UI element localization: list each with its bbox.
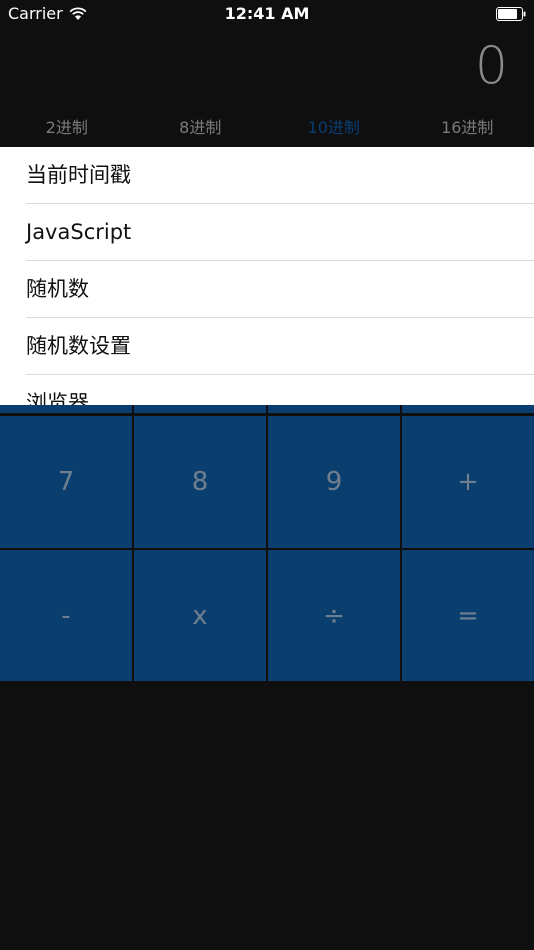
key-hidden-4	[402, 405, 534, 413]
key-minus[interactable]: -	[0, 550, 132, 681]
base-tabs: 2进制 8进制 10进制 16进制	[0, 112, 534, 146]
menu-item-javascript[interactable]: JavaScript	[26, 204, 534, 261]
tab-base-8[interactable]: 8进制	[134, 112, 268, 146]
menu-item-timestamp[interactable]: 当前时间戳	[26, 147, 534, 204]
display-value: 0	[474, 36, 508, 96]
menu-item-random-number[interactable]: 随机数	[26, 261, 534, 318]
key-hidden-1	[0, 405, 132, 413]
key-divide[interactable]: ÷	[268, 550, 400, 681]
key-hidden-2	[134, 405, 266, 413]
tab-base-2[interactable]: 2进制	[0, 112, 134, 146]
key-hidden-3	[268, 405, 400, 413]
key-8[interactable]: 8	[134, 416, 266, 548]
keypad: 7 8 9 + - x ÷ =	[0, 405, 534, 681]
menu-item-browser[interactable]: 浏览器	[26, 375, 534, 405]
tab-base-10[interactable]: 10进制	[267, 112, 401, 146]
status-time: 12:41 AM	[224, 4, 310, 23]
key-plus[interactable]: +	[402, 416, 534, 548]
menu-list: 当前时间戳 JavaScript 随机数 随机数设置 浏览器	[0, 147, 534, 405]
tab-base-16[interactable]: 16进制	[401, 112, 534, 146]
menu-item-random-settings[interactable]: 随机数设置	[26, 318, 534, 375]
key-9[interactable]: 9	[268, 416, 400, 548]
status-bar: Carrier 12:41 AM	[0, 0, 534, 28]
battery-icon	[496, 7, 526, 21]
key-multiply[interactable]: x	[134, 550, 266, 681]
key-equals[interactable]: =	[402, 550, 534, 681]
key-7[interactable]: 7	[0, 416, 132, 548]
calculator-screen: Carrier 12:41 AM 0 2进制 8进制 10进制 16进制 当前时…	[0, 0, 534, 950]
